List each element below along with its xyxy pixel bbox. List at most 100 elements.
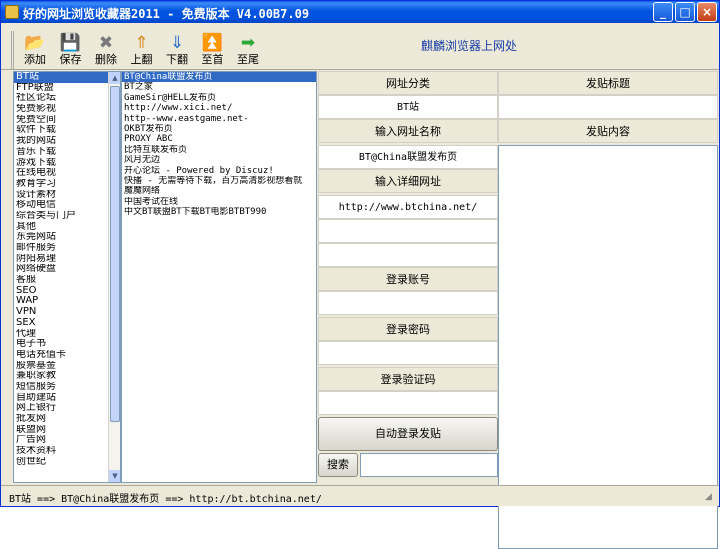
category-item[interactable]: 设计素材 (14, 190, 120, 201)
category-item[interactable]: 客服 (14, 275, 120, 286)
category-item[interactable]: 教育学习 (14, 179, 120, 190)
app-icon (5, 5, 19, 19)
captcha-field[interactable] (318, 391, 498, 415)
category-item[interactable]: WAP (14, 296, 120, 307)
search-input[interactable] (360, 453, 498, 477)
site-item[interactable]: http--www.eastgame.net- (122, 114, 316, 124)
window-title: 好的网址浏览收藏器2011 - 免费版本 V4.00B7.09 (23, 7, 310, 21)
password-field[interactable] (318, 341, 498, 365)
category-label: 网址分类 (318, 71, 498, 95)
save-icon: 💾 (59, 33, 82, 53)
name-label: 输入网址名称 (318, 119, 498, 143)
category-item[interactable]: 电子书 (14, 339, 120, 350)
category-item[interactable]: 电话充值卡 (14, 350, 120, 361)
category-item[interactable]: 联盟网 (14, 425, 120, 436)
search-button[interactable]: 搜索 (318, 453, 358, 477)
category-item[interactable]: 短信服务 (14, 382, 120, 393)
category-item[interactable]: 网上银行 (14, 403, 120, 414)
category-item[interactable]: 网络硬盘 (14, 264, 120, 275)
toolbar-button-6[interactable]: ➡ 至尾 (231, 33, 265, 69)
folder-add-icon: 📂 (24, 33, 46, 53)
toolbar-button-2[interactable]: ✖ 删除 (89, 33, 123, 69)
detail-url-field[interactable]: http://www.btchina.net/ (318, 195, 498, 219)
category-item[interactable]: SEX (14, 318, 120, 329)
site-item[interactable]: http://www.xici.net/ (122, 103, 316, 113)
category-item[interactable]: 社区论坛 (14, 93, 120, 104)
scroll-thumb[interactable] (110, 86, 120, 422)
category-item[interactable]: 邮件服务 (14, 243, 120, 254)
site-list[interactable]: BT@China联盟发布页 BT之家 GameSir@HELL发布页 http://w… (121, 71, 317, 483)
category-item[interactable]: 股票基金 (14, 361, 120, 372)
toolbar-button-label: 下翻 (166, 53, 188, 66)
site-item[interactable]: 风月无边 (122, 155, 316, 165)
category-item[interactable]: 自助建站 (14, 393, 120, 404)
site-item[interactable]: PROXY ABC (122, 134, 316, 144)
site-item[interactable]: 中国考试在线 (122, 197, 316, 207)
category-item[interactable]: 我的网站 (14, 136, 120, 147)
toolbar: 📂 添加 💾 保存 ✖ 删除 ⇑ 上翻 ⇓ 下翻 ⏫ 至首 ➡ 至尾 (11, 31, 268, 69)
category-item[interactable]: 音乐下载 (14, 147, 120, 158)
category-item[interactable]: 代理 (14, 329, 120, 340)
toolbar-button-label: 上翻 (130, 53, 153, 66)
category-list[interactable]: BT站 FTP联盟 社区论坛 免费影视 免费空间 软件下载 我的网站 音乐下载 游戏下载 在线电视… (13, 71, 121, 483)
site-item[interactable]: OKBT发布页 (122, 124, 316, 134)
category-item[interactable]: 在线电视 (14, 168, 120, 179)
open-in-browser-link[interactable]: 麒麟浏览器上网处 (421, 37, 517, 54)
site-item[interactable]: BT@China联盟发布页 (122, 72, 316, 83)
scroll-up-icon[interactable]: ▲ (109, 72, 120, 84)
category-field[interactable]: BT站 (318, 95, 498, 119)
toolbar-button-1[interactable]: 💾 保存 (54, 33, 88, 69)
minimize-button[interactable]: _ (653, 2, 673, 22)
category-item[interactable]: SEO (14, 286, 120, 297)
category-item[interactable]: FTP联盟 (14, 83, 120, 94)
category-item[interactable]: 东莞网站 (14, 232, 120, 243)
site-item[interactable]: 快播 - 无需等待下载，百万高清影视想看就 (122, 176, 316, 186)
account-field[interactable] (318, 291, 498, 315)
category-item[interactable]: BT站 (14, 72, 120, 83)
category-item[interactable]: 免费影视 (14, 104, 120, 115)
toolbar-button-5[interactable]: ⏫ 至首 (196, 33, 230, 69)
password-label: 登录密码 (318, 317, 498, 341)
category-item[interactable]: 游戏下载 (14, 158, 120, 169)
post-title-field[interactable] (498, 95, 718, 119)
title-bar[interactable]: 好的网址浏览收藏器2011 - 免费版本 V4.00B7.09 _ □ × (1, 1, 719, 23)
site-item[interactable]: BT之家 (122, 82, 316, 92)
category-item[interactable]: 移动电信 (14, 200, 120, 211)
auto-login-button[interactable]: 自动登录发贴 (318, 417, 498, 451)
toolbar-button-4[interactable]: ⇓ 下翻 (160, 33, 194, 69)
category-scrollbar[interactable]: ▲ ▼ (108, 72, 120, 482)
category-item[interactable]: 软件下载 (14, 125, 120, 136)
toolbar-button-label: 至尾 (237, 53, 259, 66)
arrow-up-icon: ⇑ (134, 33, 149, 53)
resize-grip-icon[interactable]: ◢ (705, 492, 717, 504)
toolbar-button-label: 至首 (201, 53, 224, 66)
name-field[interactable]: BT@China联盟发布页 (318, 145, 498, 169)
category-item[interactable]: 免费空间 (14, 115, 120, 126)
toolbar-button-label: 添加 (24, 53, 46, 66)
site-item[interactable]: 中文BT联盟BT下载BT电影BTBT990 (122, 207, 316, 217)
detail-url-extra[interactable] (318, 219, 498, 243)
toolbar-button-label: 保存 (59, 53, 82, 66)
category-item[interactable]: VPN (14, 307, 120, 318)
category-item[interactable]: 批发网 (14, 414, 120, 425)
category-item[interactable]: 综合类与门户 (14, 211, 120, 222)
close-button[interactable]: × (697, 2, 717, 22)
toolbar-button-0[interactable]: 📂 添加 (18, 33, 52, 69)
scroll-down-icon[interactable]: ▼ (109, 470, 120, 482)
toolbar-button-3[interactable]: ⇑ 上翻 (125, 33, 159, 69)
to-last-icon: ➡ (240, 33, 256, 53)
category-item[interactable]: 广告网 (14, 435, 120, 446)
site-item[interactable]: 开心论坛 - Powered by Discuz! (122, 166, 316, 176)
to-first-icon: ⏫ (201, 33, 224, 53)
category-item[interactable]: 其他 (14, 222, 120, 233)
category-item[interactable]: 兼职家教 (14, 371, 120, 382)
site-item[interactable]: GameSir@HELL发布页 (122, 93, 316, 103)
maximize-button[interactable]: □ (675, 2, 695, 22)
site-item[interactable]: 魔魔网络 (122, 186, 316, 196)
captcha-label: 登录验证码 (318, 367, 498, 391)
category-item[interactable]: 技术资料 (14, 446, 120, 457)
site-item[interactable]: 比特互联发布页 (122, 145, 316, 155)
category-item[interactable]: 阴阳易理 (14, 254, 120, 265)
delete-icon: ✖ (98, 33, 114, 53)
category-item[interactable]: 创世纪 (14, 457, 120, 468)
